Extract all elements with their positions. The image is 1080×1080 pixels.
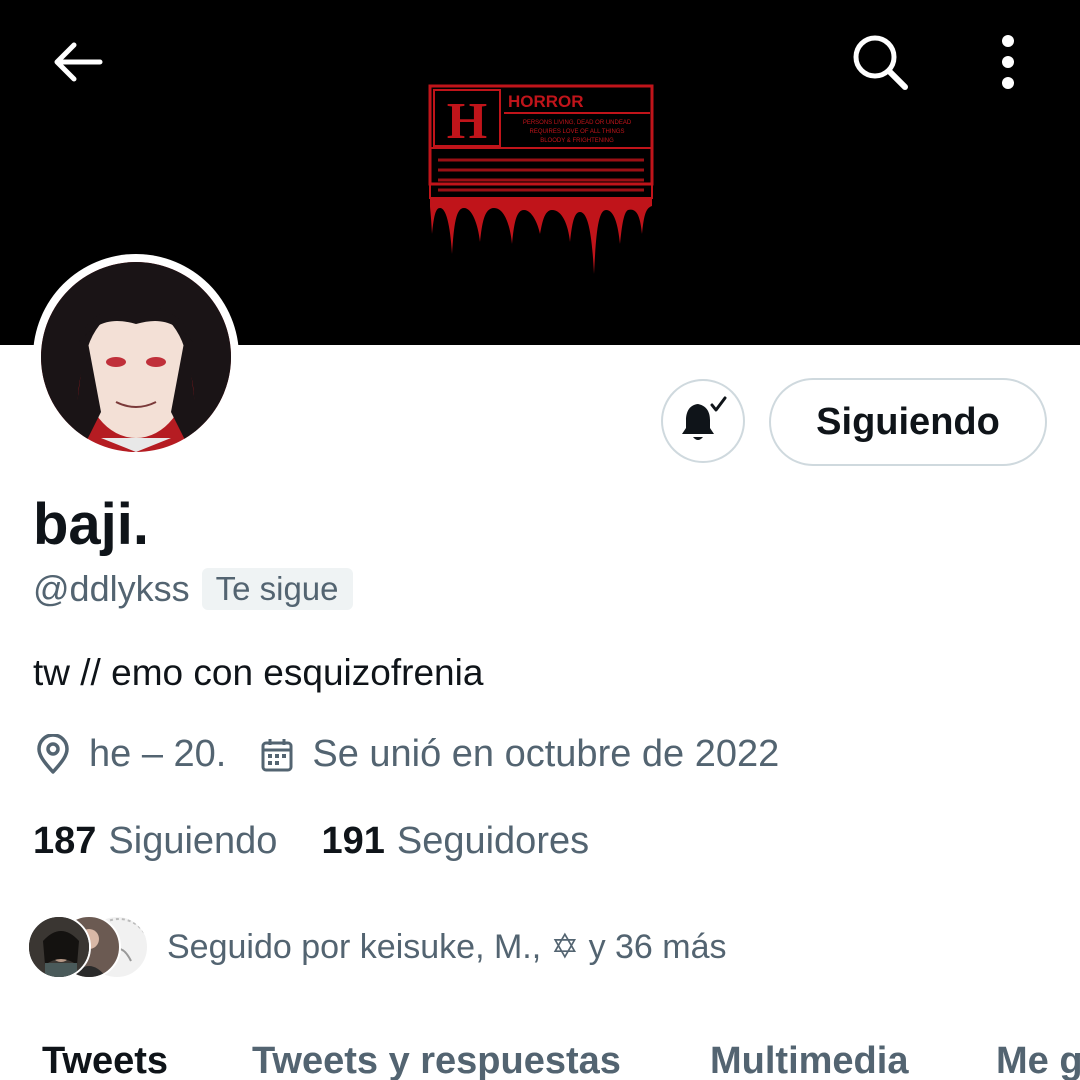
more-vertical-icon xyxy=(1002,35,1014,89)
following-button[interactable]: Siguiendo xyxy=(769,378,1047,466)
svg-text:PERSONS LIVING, DEAD OR UNDEAD: PERSONS LIVING, DEAD OR UNDEAD xyxy=(523,120,632,126)
followers-label: Seguidores xyxy=(396,820,590,862)
followed-by-row[interactable]: Seguido por keisuke, M., ✡ y 36 más xyxy=(27,913,727,981)
search-button[interactable] xyxy=(845,27,915,97)
tab-tweets-and-replies[interactable]: Tweets y respuestas xyxy=(252,1040,621,1080)
bell-check-icon xyxy=(682,396,727,440)
followers-stat[interactable]: 191 Seguidores xyxy=(321,820,589,863)
location-text: he – 20. xyxy=(89,733,227,775)
arrow-left-icon xyxy=(54,42,103,82)
back-button[interactable] xyxy=(43,27,113,97)
followers-count: 191 xyxy=(321,820,385,862)
calendar-icon xyxy=(261,738,293,771)
tab-media[interactable]: Multimedia xyxy=(710,1040,908,1080)
tab-tweets[interactable]: Tweets xyxy=(42,1040,168,1080)
tab-likes[interactable]: Me g xyxy=(996,1040,1080,1080)
followers-avatars xyxy=(27,913,153,981)
display-name: baji. xyxy=(33,492,150,557)
following-label: Siguiendo xyxy=(108,820,278,862)
profile-tabs: Tweets Tweets y respuestas Multimedia Me… xyxy=(0,1030,1080,1080)
location-pin-icon xyxy=(37,733,69,774)
follows-you-badge: Te sigue xyxy=(201,568,353,610)
svg-text:REQUIRES LOVE OF ALL THINGS: REQUIRES LOVE OF ALL THINGS xyxy=(529,129,624,135)
search-icon xyxy=(853,35,908,90)
avatar-image xyxy=(41,262,231,452)
following-stat[interactable]: 187 Siguiendo xyxy=(33,820,277,863)
svg-text:H: H xyxy=(447,93,487,150)
follower-avatar-1 xyxy=(27,915,91,979)
svg-text:BLOODY & FRIGHTENING: BLOODY & FRIGHTENING xyxy=(540,138,614,144)
join-date-item: Se unió en octubre de 2022 xyxy=(260,733,779,776)
svg-text:HORROR: HORROR xyxy=(508,92,584,111)
username-handle: @ddlykss xyxy=(33,568,190,609)
notifications-button[interactable] xyxy=(661,379,745,463)
handle-row: @ddlykss Te sigue xyxy=(33,568,353,610)
followed-by-text: Seguido por keisuke, M., ✡ y 36 más xyxy=(167,928,727,966)
location-item: he – 20. xyxy=(33,733,226,776)
join-date-text: Se unió en octubre de 2022 xyxy=(312,733,780,775)
follow-stats: 187 Siguiendo 191 Seguidores xyxy=(33,820,589,863)
profile-bio: tw // emo con esquizofrenia xyxy=(33,652,484,693)
profile-meta: he – 20. Se unió en octubre de 2022 xyxy=(33,733,779,776)
following-count: 187 xyxy=(33,820,97,862)
banner-horror-poster: H HORROR PERSONS LIVING, DEAD OR UNDEAD … xyxy=(428,84,654,280)
profile-avatar[interactable] xyxy=(33,254,239,460)
more-options-button[interactable] xyxy=(973,27,1043,97)
